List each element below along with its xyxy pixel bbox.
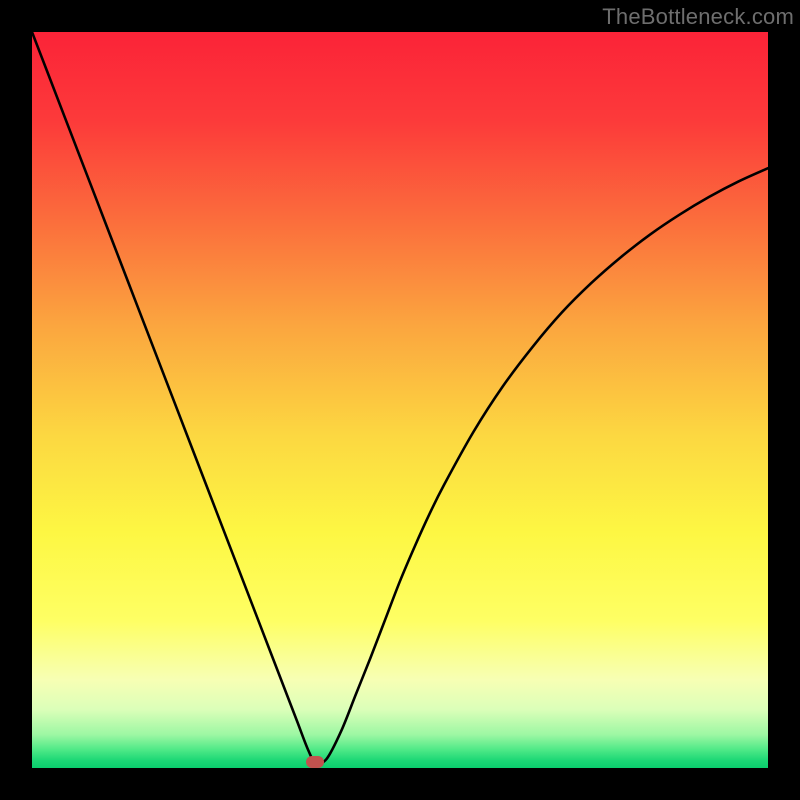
attribution-text: TheBottleneck.com [602, 4, 794, 30]
bottleneck-curve [32, 32, 768, 768]
chart-frame: TheBottleneck.com [0, 0, 800, 800]
chart-plot-area [32, 32, 768, 768]
optimal-point-marker [306, 756, 324, 768]
